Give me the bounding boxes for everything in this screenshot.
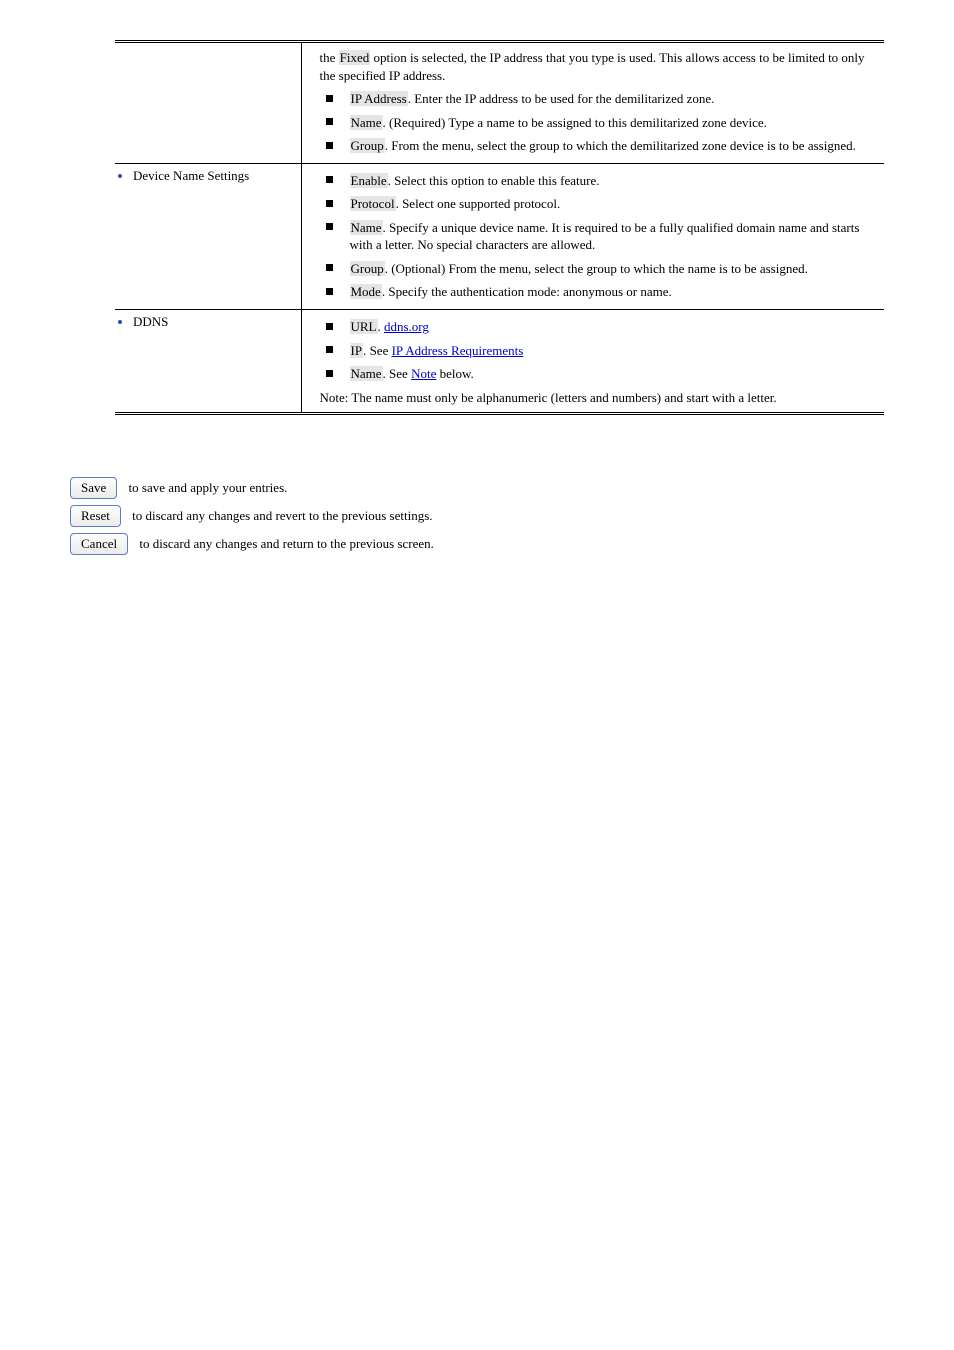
list-item: IP Address. Enter the IP address to be u…: [320, 90, 883, 108]
list-item: Enable. Select this option to enable thi…: [320, 172, 883, 190]
row-intro: the Fixed option is selected, the IP add…: [320, 49, 883, 84]
list-item: Name. See Note below.: [320, 365, 883, 383]
list-item: Mode. Specify the authentication mode: a…: [320, 283, 883, 301]
list-item: Protocol. Select one supported protocol.: [320, 195, 883, 213]
list-item: Group. (Optional) From the menu, select …: [320, 260, 883, 278]
cancel-desc: to discard any changes and return to the…: [139, 536, 434, 551]
list-item: URL. ddns.org: [320, 318, 883, 336]
button-group: Save to save and apply your entries. Res…: [70, 475, 884, 557]
table-row: DDNS URL. ddns.org IP. See IP Address Re…: [115, 310, 884, 414]
table-row: the Fixed option is selected, the IP add…: [115, 42, 884, 164]
row-header: Device Name Settings: [133, 168, 249, 183]
table-row: Device Name Settings Enable. Select this…: [115, 163, 884, 309]
list-item: Group. From the menu, select the group t…: [320, 137, 883, 155]
settings-table: the Fixed option is selected, the IP add…: [115, 40, 884, 415]
list-item: Name. Specify a unique device name. It i…: [320, 219, 883, 254]
row-note: Note: The name must only be alphanumeric…: [320, 389, 883, 407]
save-desc: to save and apply your entries.: [129, 480, 288, 495]
list-item: IP. See IP Address Requirements: [320, 342, 883, 360]
list-item: Name. (Required) Type a name to be assig…: [320, 114, 883, 132]
row-header: DDNS: [133, 314, 168, 329]
cancel-button[interactable]: Cancel: [70, 533, 128, 555]
reset-desc: to discard any changes and revert to the…: [132, 508, 432, 523]
reset-button[interactable]: Reset: [70, 505, 121, 527]
save-button[interactable]: Save: [70, 477, 117, 499]
